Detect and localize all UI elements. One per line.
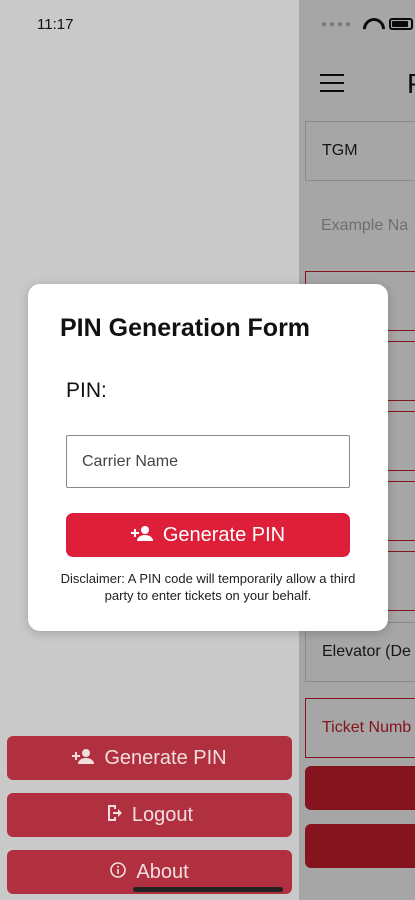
person-add-icon bbox=[72, 748, 95, 769]
generate-pin-button[interactable]: Generate PIN bbox=[66, 513, 350, 557]
drawer-logout-label: Logout bbox=[131, 803, 194, 826]
drawer-generate-pin-label: Generate PIN bbox=[104, 746, 227, 769]
carrier-name-input[interactable] bbox=[66, 435, 350, 488]
info-icon bbox=[110, 861, 127, 883]
pin-generation-modal: PIN Generation Form PIN: Generate PIN Di… bbox=[28, 284, 388, 631]
generate-pin-label: Generate PIN bbox=[162, 523, 286, 546]
drawer-generate-pin-button[interactable]: Generate PIN bbox=[7, 736, 292, 780]
drawer-logout-button[interactable]: Logout bbox=[7, 793, 292, 837]
person-add-icon bbox=[130, 524, 153, 547]
pin-label: PIN: bbox=[66, 379, 107, 402]
modal-title: PIN Generation Form bbox=[60, 314, 311, 342]
status-time: 11:17 bbox=[37, 16, 74, 33]
home-indicator[interactable] bbox=[133, 887, 283, 892]
disclaimer-text: Disclaimer: A PIN code will temporarily … bbox=[60, 571, 356, 603]
logout-icon bbox=[106, 804, 122, 827]
drawer-about-label: About bbox=[136, 860, 189, 883]
